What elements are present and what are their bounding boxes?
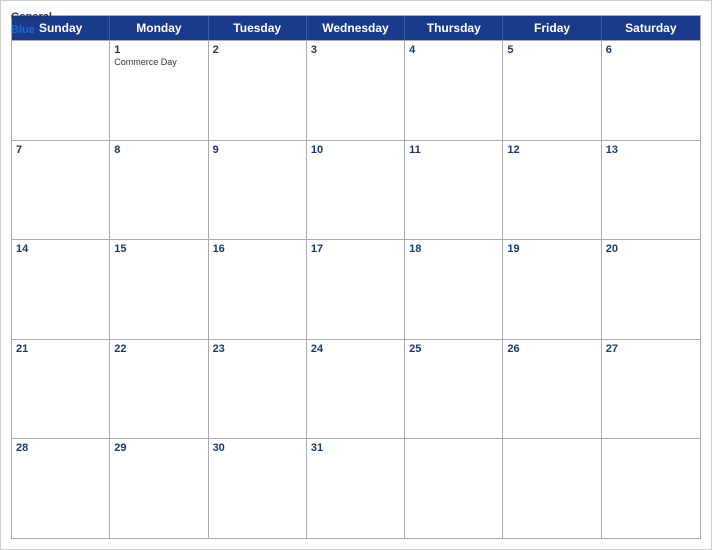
day-number: 23 [213,343,302,355]
day-number: 31 [311,442,400,454]
day-number: 21 [16,343,105,355]
week-row-3: 14 15 16 17 18 19 20 [12,239,700,339]
day-number: 18 [409,243,498,255]
day-cell: 29 [110,439,208,538]
day-cell: 12 [503,141,601,240]
day-cell: 11 [405,141,503,240]
day-number: 13 [606,144,696,156]
week-row-4: 21 22 23 24 25 26 27 [12,339,700,439]
day-cell: 31 [307,439,405,538]
day-number: 30 [213,442,302,454]
day-number: 24 [311,343,400,355]
calendar-container: General Blue SundayMondayTuesdayWednesda… [0,0,712,550]
day-cell: 4 [405,41,503,140]
day-cell: 30 [209,439,307,538]
day-cell: 2 [209,41,307,140]
day-number: 6 [606,44,696,56]
day-cell: 13 [602,141,700,240]
day-cell: 3 [307,41,405,140]
day-cell: 17 [307,240,405,339]
day-cell: 8 [110,141,208,240]
day-cell: 18 [405,240,503,339]
day-number: 11 [409,144,498,156]
day-cell: 5 [503,41,601,140]
day-cell: 23 [209,340,307,439]
day-cell [12,41,110,140]
weekday-header-friday: Friday [503,16,601,40]
weekday-header-wednesday: Wednesday [307,16,405,40]
day-cell: 19 [503,240,601,339]
day-number: 29 [114,442,203,454]
day-cell: 14 [12,240,110,339]
day-cell: 15 [110,240,208,339]
day-number: 19 [507,243,596,255]
day-number: 3 [311,44,400,56]
weekday-header-tuesday: Tuesday [209,16,307,40]
holiday-label: Commerce Day [114,57,203,68]
day-number: 15 [114,243,203,255]
logo-general: General [11,11,52,24]
week-row-5: 28 29 30 31 [12,438,700,538]
day-cell: 24 [307,340,405,439]
day-cell: 22 [110,340,208,439]
day-cell: 6 [602,41,700,140]
week-row-1: 1Commerce Day 23456 [12,40,700,140]
day-number: 27 [606,343,696,355]
day-cell: 25 [405,340,503,439]
weeks-container: 1Commerce Day234567891011121314151617181… [12,40,700,538]
day-cell [405,439,503,538]
weekday-header-thursday: Thursday [405,16,503,40]
day-number: 26 [507,343,596,355]
day-number: 22 [114,343,203,355]
calendar-grid: SundayMondayTuesdayWednesdayThursdayFrid… [11,15,701,539]
weekday-header-monday: Monday [110,16,208,40]
day-number: 7 [16,144,105,156]
day-number: 14 [16,243,105,255]
day-number: 25 [409,343,498,355]
weekday-header-saturday: Saturday [602,16,700,40]
logo: General Blue [11,11,52,37]
day-number: 12 [507,144,596,156]
logo-blue: Blue [11,24,52,37]
day-cell: 10 [307,141,405,240]
day-cell: 28 [12,439,110,538]
day-number: 4 [409,44,498,56]
day-cell: 21 [12,340,110,439]
day-number: 17 [311,243,400,255]
day-cell: 9 [209,141,307,240]
day-cell: 16 [209,240,307,339]
day-cell: 1Commerce Day [110,41,208,140]
day-number: 20 [606,243,696,255]
day-number: 28 [16,442,105,454]
day-number: 9 [213,144,302,156]
day-cell: 27 [602,340,700,439]
day-cell: 20 [602,240,700,339]
day-cell: 26 [503,340,601,439]
day-number: 16 [213,243,302,255]
day-number: 8 [114,144,203,156]
weekday-headers: SundayMondayTuesdayWednesdayThursdayFrid… [12,16,700,40]
day-number: 2 [213,44,302,56]
day-cell: 7 [12,141,110,240]
day-cell [602,439,700,538]
day-number: 10 [311,144,400,156]
day-number: 5 [507,44,596,56]
day-cell [503,439,601,538]
day-number: 1 [114,44,203,56]
week-row-2: 789 10 11 12 13 [12,140,700,240]
